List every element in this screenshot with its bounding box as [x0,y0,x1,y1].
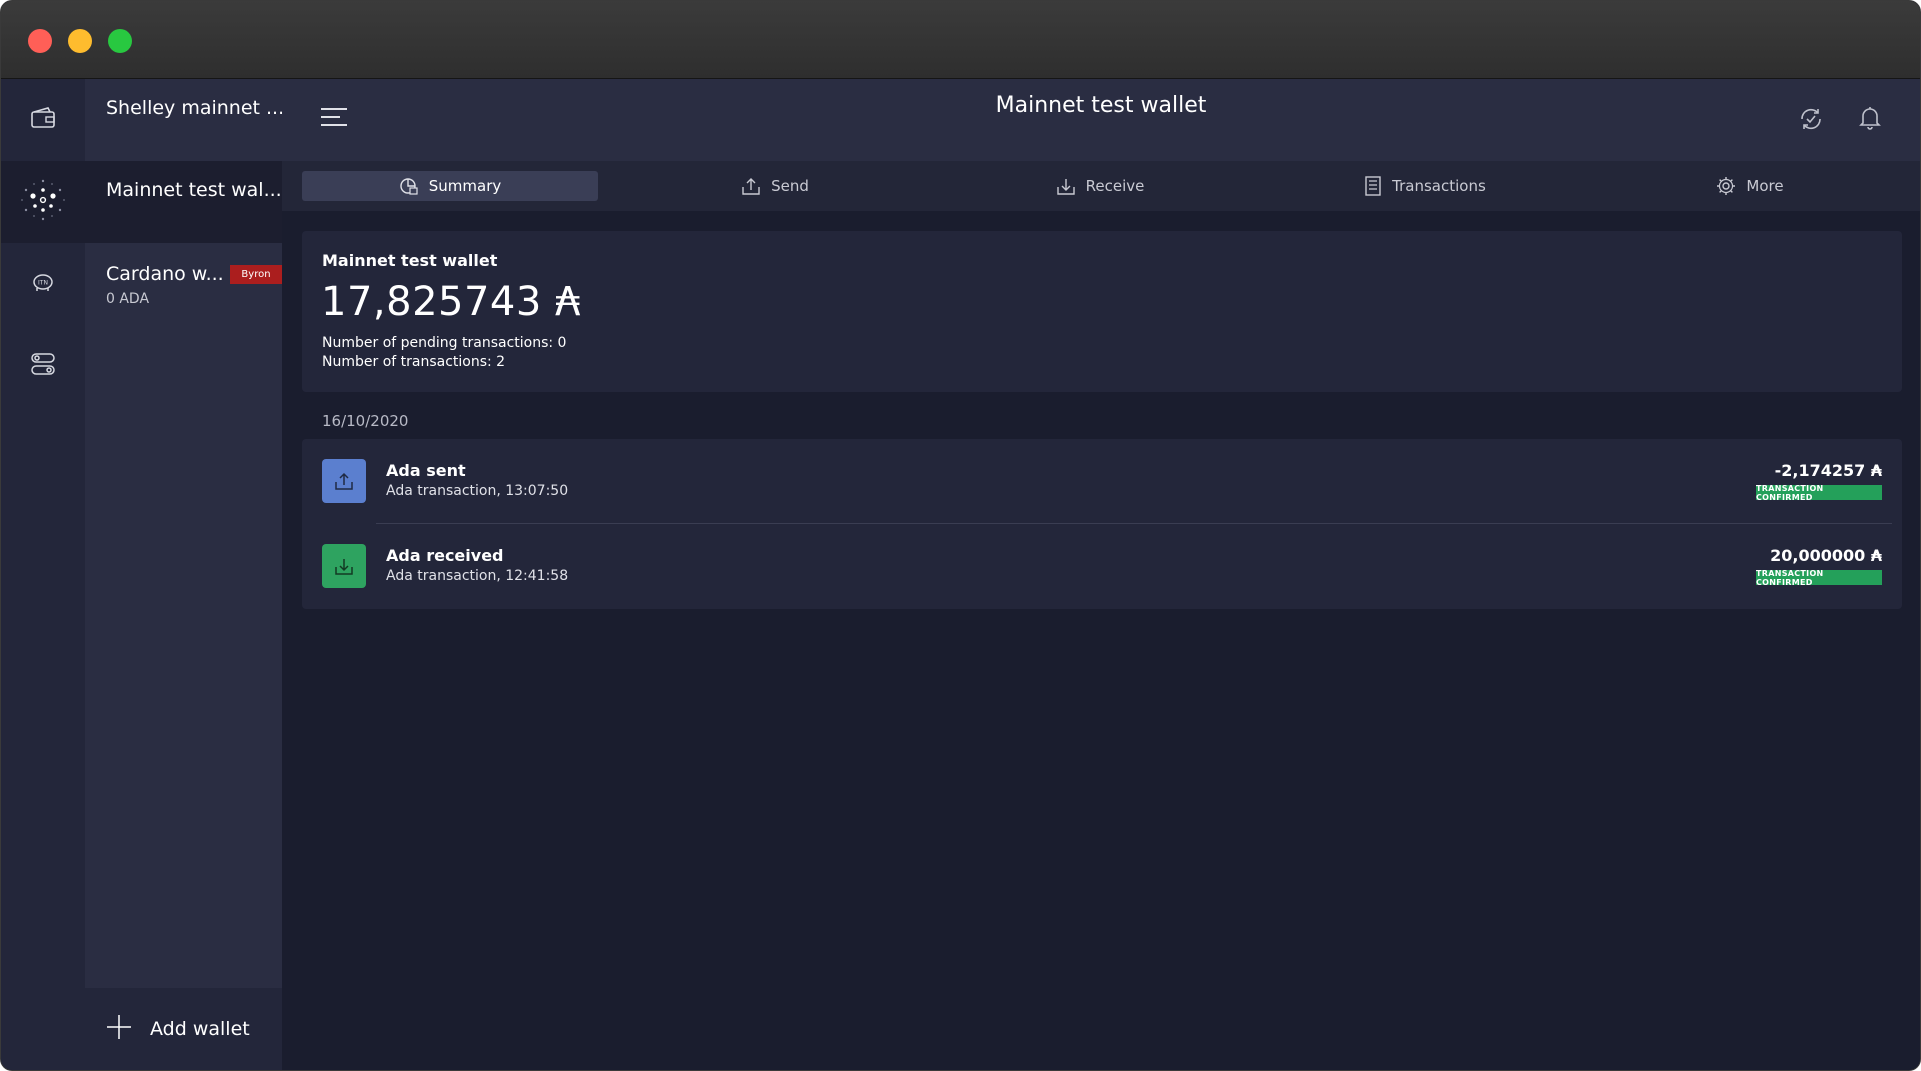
tab-more[interactable]: More [1602,171,1898,201]
byron-badge: Byron [230,265,282,284]
app-window: ITN Shelley mainnet ... Mainnet test wal… [0,0,1921,1071]
close-window-button[interactable] [28,29,52,53]
wallets-nav-button[interactable] [1,79,85,161]
tab-label: Transactions [1392,177,1486,195]
sync-status-button[interactable] [1798,106,1824,136]
ada-received-icon [322,544,366,588]
wallet-item-mainnet-test[interactable]: Mainnet test wal... [85,161,282,243]
transactions-date-header: 16/10/2020 [322,412,409,430]
wallet-icon [30,107,56,133]
transaction-amount: 20,000000 ₳ [1770,546,1882,565]
summary-icon [399,176,419,196]
add-wallet-label: Add wallet [150,1018,250,1040]
transaction-title: Ada received [386,546,504,565]
cardano-logo-icon [18,175,68,229]
transaction-row[interactable]: Ada received Ada transaction, 12:41:58 2… [302,524,1902,609]
tab-label: Receive [1085,177,1145,195]
tab-receive[interactable]: Receive [952,171,1248,201]
notifications-button[interactable] [1858,105,1882,135]
add-wallet-button[interactable]: Add wallet [85,988,282,1070]
transaction-row[interactable]: Ada sent Ada transaction, 13:07:50 -2,17… [302,439,1902,524]
wallet-list: Shelley mainnet ... Mainnet test wal... … [85,79,285,1070]
transactions-list: Ada sent Ada transaction, 13:07:50 -2,17… [302,439,1902,609]
bell-icon [1858,107,1882,135]
icon-sidebar: ITN [1,79,85,1070]
wallet-name: Mainnet test wal... [106,179,282,201]
main-content: Mainnet test wallet 17,825743 ₳ Number o… [282,211,1920,1070]
receive-icon [1056,176,1076,196]
transactions-icon [1364,176,1382,196]
transaction-status-badge: TRANSACTION CONFIRMED [1756,484,1882,502]
wallet-balance-amount: 17,825743 ₳ [321,279,581,325]
wallet-summary-card: Mainnet test wallet 17,825743 ₳ Number o… [302,231,1902,392]
piggy-bank-icon: ITN [31,270,55,298]
summary-wallet-name: Mainnet test wallet [322,251,498,270]
tab-summary[interactable]: Summary [302,171,598,201]
tab-transactions[interactable]: Transactions [1277,171,1573,201]
send-icon [741,176,761,196]
wallet-tabs: Summary Send Receive Transactions More [282,161,1920,211]
transaction-subtitle: Ada transaction, 12:41:58 [386,568,569,584]
wallet-name: Shelley mainnet ... [106,97,285,119]
tab-send[interactable]: Send [627,171,923,201]
title-bar [1,1,1920,79]
tab-label: Send [771,177,809,195]
plus-icon [106,1014,132,1044]
transaction-title: Ada sent [386,461,466,480]
wallet-balance: 0 ADA [106,291,150,307]
wallet-item-cardano[interactable]: Cardano w... 0 ADA Byron [85,243,282,325]
settings-nav-button[interactable] [1,325,85,407]
page-title: Mainnet test wallet [995,93,1207,118]
tab-label: More [1746,177,1784,195]
transaction-amount: -2,174257 ₳ [1774,461,1882,480]
svg-text:ITN: ITN [38,280,48,287]
transaction-subtitle: Ada transaction, 13:07:50 [386,483,569,499]
pending-transactions-count: Number of pending transactions: 0 [322,335,567,351]
cardano-logo-button[interactable] [1,161,85,243]
tab-label: Summary [428,177,502,195]
sync-check-icon [1798,108,1824,136]
wallet-item-shelley[interactable]: Shelley mainnet ... [85,79,285,161]
transaction-status-badge: TRANSACTION CONFIRMED [1756,569,1882,587]
toggles-icon [30,351,56,381]
ada-sent-icon [322,459,366,503]
maximize-window-button[interactable] [108,29,132,53]
transactions-count: Number of transactions: 2 [322,354,506,370]
itn-rewards-nav-button[interactable]: ITN [1,243,85,325]
minimize-window-button[interactable] [68,29,92,53]
top-bar: Mainnet test wallet [282,79,1920,161]
gear-icon [1716,176,1736,196]
